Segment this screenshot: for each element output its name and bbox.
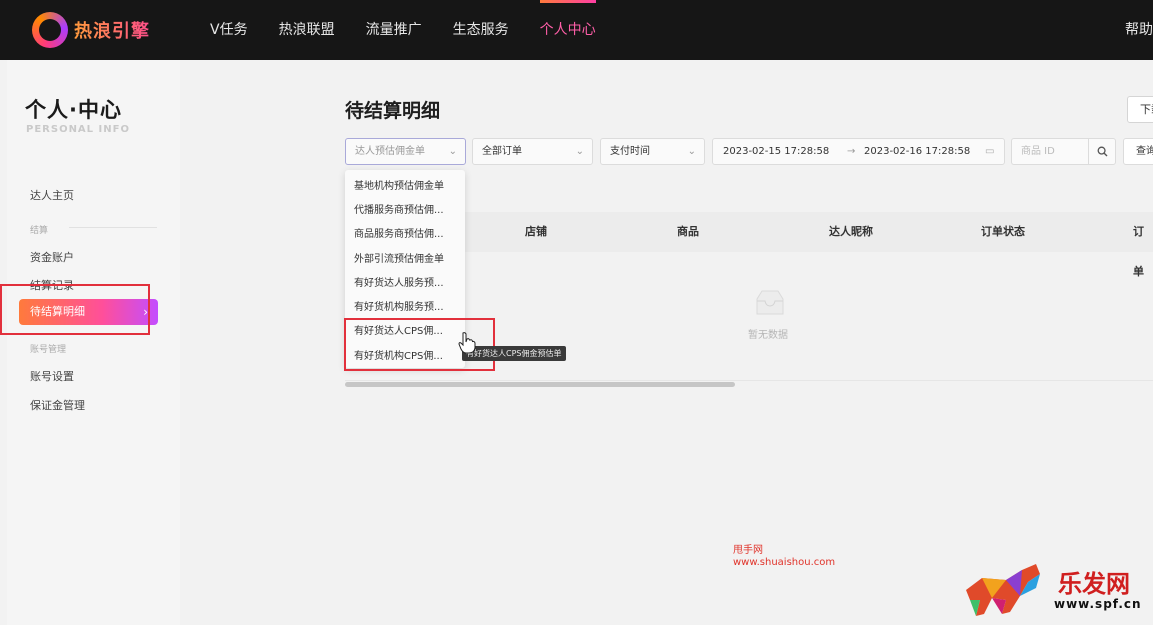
date-end: 2023-02-16 17:28:58 (864, 146, 971, 157)
column-header-product: 商品 (677, 225, 699, 238)
dropdown-option[interactable]: 商品服务商预估佣... (354, 225, 444, 240)
time-type-value: 支付时间 (610, 146, 650, 157)
highlight-box-sidebar (0, 284, 150, 335)
commission-type-select[interactable]: 达人预估佣金单 ⌄ (345, 138, 466, 165)
query-button[interactable]: 查询 (1123, 138, 1153, 165)
dropdown-option[interactable]: 有好货达人服务预... (354, 274, 444, 289)
help-link[interactable]: 帮助 (1125, 0, 1153, 60)
download-button[interactable]: 下载 (1127, 96, 1153, 123)
column-header-order: 订单 (1133, 225, 1144, 278)
nav-alliance[interactable]: 热浪联盟 (279, 0, 335, 60)
logo-icon (32, 12, 68, 48)
tooltip: 有好货达人CPS佣金预估单 (462, 346, 566, 361)
dropdown-option[interactable]: 有好货机构服务预... (354, 298, 444, 313)
calendar-icon: ▭ (985, 146, 995, 157)
date-range-picker[interactable]: 2023-02-15 17:28:58 → 2023-02-16 17:28:5… (712, 138, 1005, 165)
date-range-arrow: → (847, 146, 856, 157)
horizontal-scroll-track (345, 380, 1153, 381)
main-nav: V任务 热浪联盟 流量推广 生态服务 个人中心 (210, 0, 627, 60)
product-id-input[interactable] (1011, 138, 1089, 165)
time-type-select[interactable]: 支付时间 ⌄ (600, 138, 705, 165)
sidebar-item-home[interactable]: 达人主页 (30, 187, 74, 203)
sidebar-group-account: 账号管理 (30, 345, 67, 355)
watermark-brand: 乐发网 (1058, 569, 1130, 598)
hand-cursor-icon (458, 332, 476, 354)
empty-state-text: 暂无数据 (748, 330, 788, 341)
sidebar-subtitle: PERSONAL INFO (26, 124, 130, 135)
search-icon[interactable] (1088, 138, 1116, 165)
nav-personal-center[interactable]: 个人中心 (539, 0, 596, 60)
table-header: 店铺 商品 达人昵称 订单状态 订单 (345, 212, 1153, 278)
watermark-horse-logo (966, 564, 1040, 616)
chevron-down-icon: ⌄ (575, 146, 584, 157)
top-navbar: 热浪引擎 V任务 热浪联盟 流量推广 生态服务 个人中心 帮助 (0, 0, 1153, 60)
order-type-value: 全部订单 (482, 146, 522, 157)
horizontal-scrollbar[interactable] (345, 382, 735, 387)
watermark-shuaishou-name: 甩手网 (733, 545, 763, 556)
watermark-brand-url: www.spf.cn (1054, 597, 1142, 611)
order-type-select[interactable]: 全部订单 ⌄ (472, 138, 593, 165)
date-start: 2023-02-15 17:28:58 (723, 146, 830, 157)
nav-v-task[interactable]: V任务 (210, 0, 248, 60)
dropdown-option[interactable]: 基地机构预估佣金单 (354, 177, 444, 192)
commission-type-value: 达人预估佣金单 (355, 146, 425, 157)
nav-eco-service[interactable]: 生态服务 (453, 0, 509, 60)
chevron-down-icon: ⌄ (448, 146, 457, 157)
column-header-shop: 店铺 (525, 225, 547, 238)
dropdown-option[interactable]: 代播服务商预估佣... (354, 201, 444, 216)
logo-text: 热浪引擎 (74, 17, 150, 43)
chevron-down-icon: ⌄ (687, 146, 696, 157)
sidebar-item-account-settings[interactable]: 账号设置 (30, 368, 74, 384)
dropdown-option[interactable]: 外部引流预估佣金单 (354, 250, 444, 265)
sidebar-item-deposit[interactable]: 保证金管理 (30, 397, 85, 413)
empty-inbox-icon (756, 290, 784, 315)
sidebar: 个人·中心 PERSONAL INFO 达人主页 结算 资金账户 结算记录 待结… (7, 60, 180, 625)
column-header-nickname: 达人昵称 (829, 225, 873, 238)
watermark-shuaishou-url: www.shuaishou.com (733, 557, 836, 568)
nav-traffic-promo[interactable]: 流量推广 (366, 0, 422, 60)
column-header-order-status: 订单状态 (981, 225, 1025, 238)
sidebar-title: 个人·中心 (25, 98, 122, 122)
page-title: 待结算明细 (345, 100, 441, 122)
logo[interactable]: 热浪引擎 (32, 12, 150, 48)
sidebar-divider (69, 227, 157, 228)
sidebar-item-fund-account[interactable]: 资金账户 (30, 249, 74, 265)
sidebar-group-settle: 结算 (30, 226, 49, 236)
